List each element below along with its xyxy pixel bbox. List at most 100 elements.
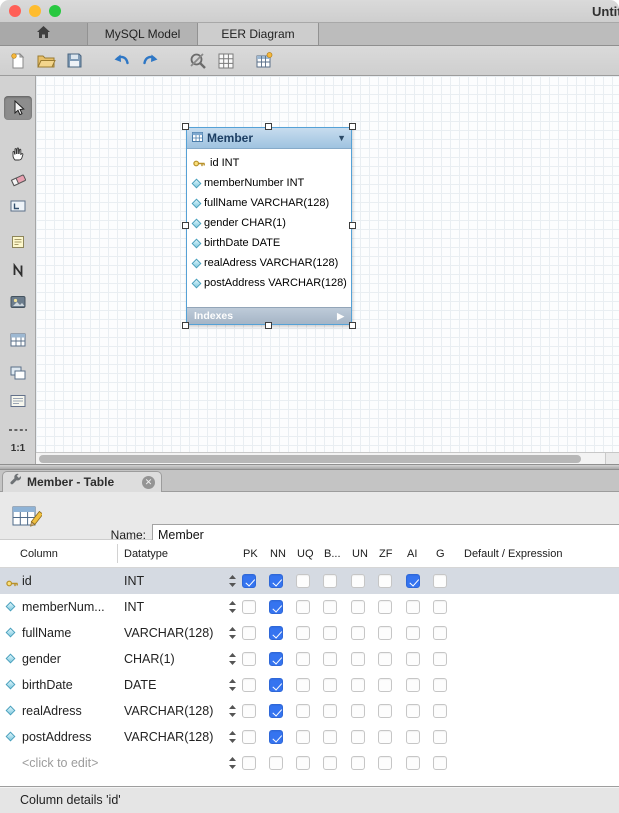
g-checkbox[interactable] — [433, 652, 447, 666]
ai-checkbox[interactable] — [406, 600, 420, 614]
nn-checkbox[interactable] — [269, 626, 283, 640]
uq-checkbox[interactable] — [296, 574, 310, 588]
table-figure-member[interactable]: Member ▼ id INTmemberNumber INTfullName … — [186, 127, 352, 325]
b-checkbox[interactable] — [323, 730, 337, 744]
figure-column[interactable]: memberNumber INT — [187, 173, 351, 193]
toggle-grid-button[interactable] — [214, 49, 238, 73]
datatype-stepper-icon[interactable] — [229, 627, 236, 639]
selection-handle[interactable] — [182, 123, 189, 130]
eraser-tool[interactable] — [4, 168, 32, 192]
tab-eer-diagram[interactable]: EER Diagram — [198, 23, 319, 45]
un-checkbox[interactable] — [351, 704, 365, 718]
column-row[interactable]: memberNum... INT — [0, 594, 619, 620]
nn-checkbox[interactable] — [269, 704, 283, 718]
close-icon[interactable] — [142, 476, 155, 489]
nn-checkbox[interactable] — [269, 756, 283, 770]
datatype-cell[interactable]: INT — [124, 574, 224, 588]
zf-checkbox[interactable] — [378, 600, 392, 614]
toggle-zoom-button[interactable] — [186, 49, 210, 73]
nn-checkbox[interactable] — [269, 678, 283, 692]
figure-column[interactable]: birthDate DATE — [187, 233, 351, 253]
column-name-cell[interactable]: postAddress — [22, 730, 91, 744]
selection-handle[interactable] — [349, 123, 356, 130]
datatype-stepper-icon[interactable] — [229, 757, 236, 769]
view-tool[interactable] — [4, 361, 32, 385]
tab-mysql-model[interactable]: MySQL Model — [88, 23, 198, 45]
uq-checkbox[interactable] — [296, 730, 310, 744]
column-name-cell[interactable]: id — [22, 574, 32, 588]
pk-checkbox[interactable] — [242, 600, 256, 614]
note-tool[interactable] — [4, 230, 32, 254]
datatype-stepper-icon[interactable] — [229, 653, 236, 665]
zf-checkbox[interactable] — [378, 652, 392, 666]
datatype-cell[interactable]: INT — [124, 600, 224, 614]
b-checkbox[interactable] — [323, 678, 337, 692]
datatype-stepper-icon[interactable] — [229, 679, 236, 691]
selection-handle[interactable] — [349, 222, 356, 229]
b-checkbox[interactable] — [323, 626, 337, 640]
ai-checkbox[interactable] — [406, 652, 420, 666]
g-checkbox[interactable] — [433, 600, 447, 614]
ai-checkbox[interactable] — [406, 756, 420, 770]
diagram-canvas[interactable]: Member ▼ id INTmemberNumber INTfullName … — [36, 76, 619, 452]
column-name-cell[interactable]: gender — [22, 652, 61, 666]
image-tool[interactable] — [4, 290, 32, 314]
g-checkbox[interactable] — [433, 704, 447, 718]
ai-checkbox[interactable] — [406, 730, 420, 744]
column-row[interactable]: gender CHAR(1) — [0, 646, 619, 672]
g-checkbox[interactable] — [433, 730, 447, 744]
nn-checkbox[interactable] — [269, 574, 283, 588]
text-tool[interactable] — [4, 258, 32, 282]
un-checkbox[interactable] — [351, 756, 365, 770]
column-row[interactable]: id INT — [0, 568, 619, 594]
ai-checkbox[interactable] — [406, 626, 420, 640]
column-name-cell[interactable]: realAdress — [22, 704, 82, 718]
datatype-cell[interactable]: VARCHAR(128) — [124, 704, 224, 718]
g-checkbox[interactable] — [433, 574, 447, 588]
datatype-stepper-icon[interactable] — [229, 705, 236, 717]
datatype-stepper-icon[interactable] — [229, 731, 236, 743]
horizontal-scrollbar[interactable] — [36, 452, 605, 464]
datatype-cell[interactable]: CHAR(1) — [124, 652, 224, 666]
undo-button[interactable] — [110, 49, 134, 73]
un-checkbox[interactable] — [351, 574, 365, 588]
datatype-cell[interactable]: VARCHAR(128) — [124, 730, 224, 744]
un-checkbox[interactable] — [351, 730, 365, 744]
ai-checkbox[interactable] — [406, 678, 420, 692]
uq-checkbox[interactable] — [296, 704, 310, 718]
table-tool[interactable] — [4, 328, 32, 352]
b-checkbox[interactable] — [323, 600, 337, 614]
save-model-button[interactable] — [62, 49, 86, 73]
column-row[interactable]: realAdress VARCHAR(128) — [0, 698, 619, 724]
uq-checkbox[interactable] — [296, 756, 310, 770]
uq-checkbox[interactable] — [296, 678, 310, 692]
scrollbar-thumb[interactable] — [39, 455, 581, 463]
g-checkbox[interactable] — [433, 678, 447, 692]
b-checkbox[interactable] — [323, 704, 337, 718]
zf-checkbox[interactable] — [378, 756, 392, 770]
pointer-tool[interactable] — [4, 96, 32, 120]
zf-checkbox[interactable] — [378, 678, 392, 692]
column-row[interactable]: birthDateDATE — [0, 672, 619, 698]
column-name-cell[interactable]: memberNum... — [22, 600, 105, 614]
column-row[interactable]: <click to edit> — [0, 750, 619, 776]
panel-tab-member-table[interactable]: Member - Table — [2, 471, 162, 492]
nn-checkbox[interactable] — [269, 600, 283, 614]
column-name-cell[interactable]: fullName — [22, 626, 71, 640]
un-checkbox[interactable] — [351, 600, 365, 614]
relationship-arrow-tool[interactable] — [4, 456, 32, 464]
nn-checkbox[interactable] — [269, 652, 283, 666]
zf-checkbox[interactable] — [378, 704, 392, 718]
routine-group-tool[interactable] — [4, 389, 32, 413]
datatype-cell[interactable]: DATE — [124, 678, 224, 692]
zf-checkbox[interactable] — [378, 626, 392, 640]
uq-checkbox[interactable] — [296, 626, 310, 640]
datatype-stepper-icon[interactable] — [229, 575, 236, 587]
uq-checkbox[interactable] — [296, 652, 310, 666]
figure-column[interactable]: gender CHAR(1) — [187, 213, 351, 233]
ai-checkbox[interactable] — [406, 704, 420, 718]
collapse-icon[interactable]: ▼ — [337, 133, 346, 143]
uq-checkbox[interactable] — [296, 600, 310, 614]
selection-handle[interactable] — [182, 322, 189, 329]
column-name-cell[interactable]: <click to edit> — [22, 756, 98, 770]
